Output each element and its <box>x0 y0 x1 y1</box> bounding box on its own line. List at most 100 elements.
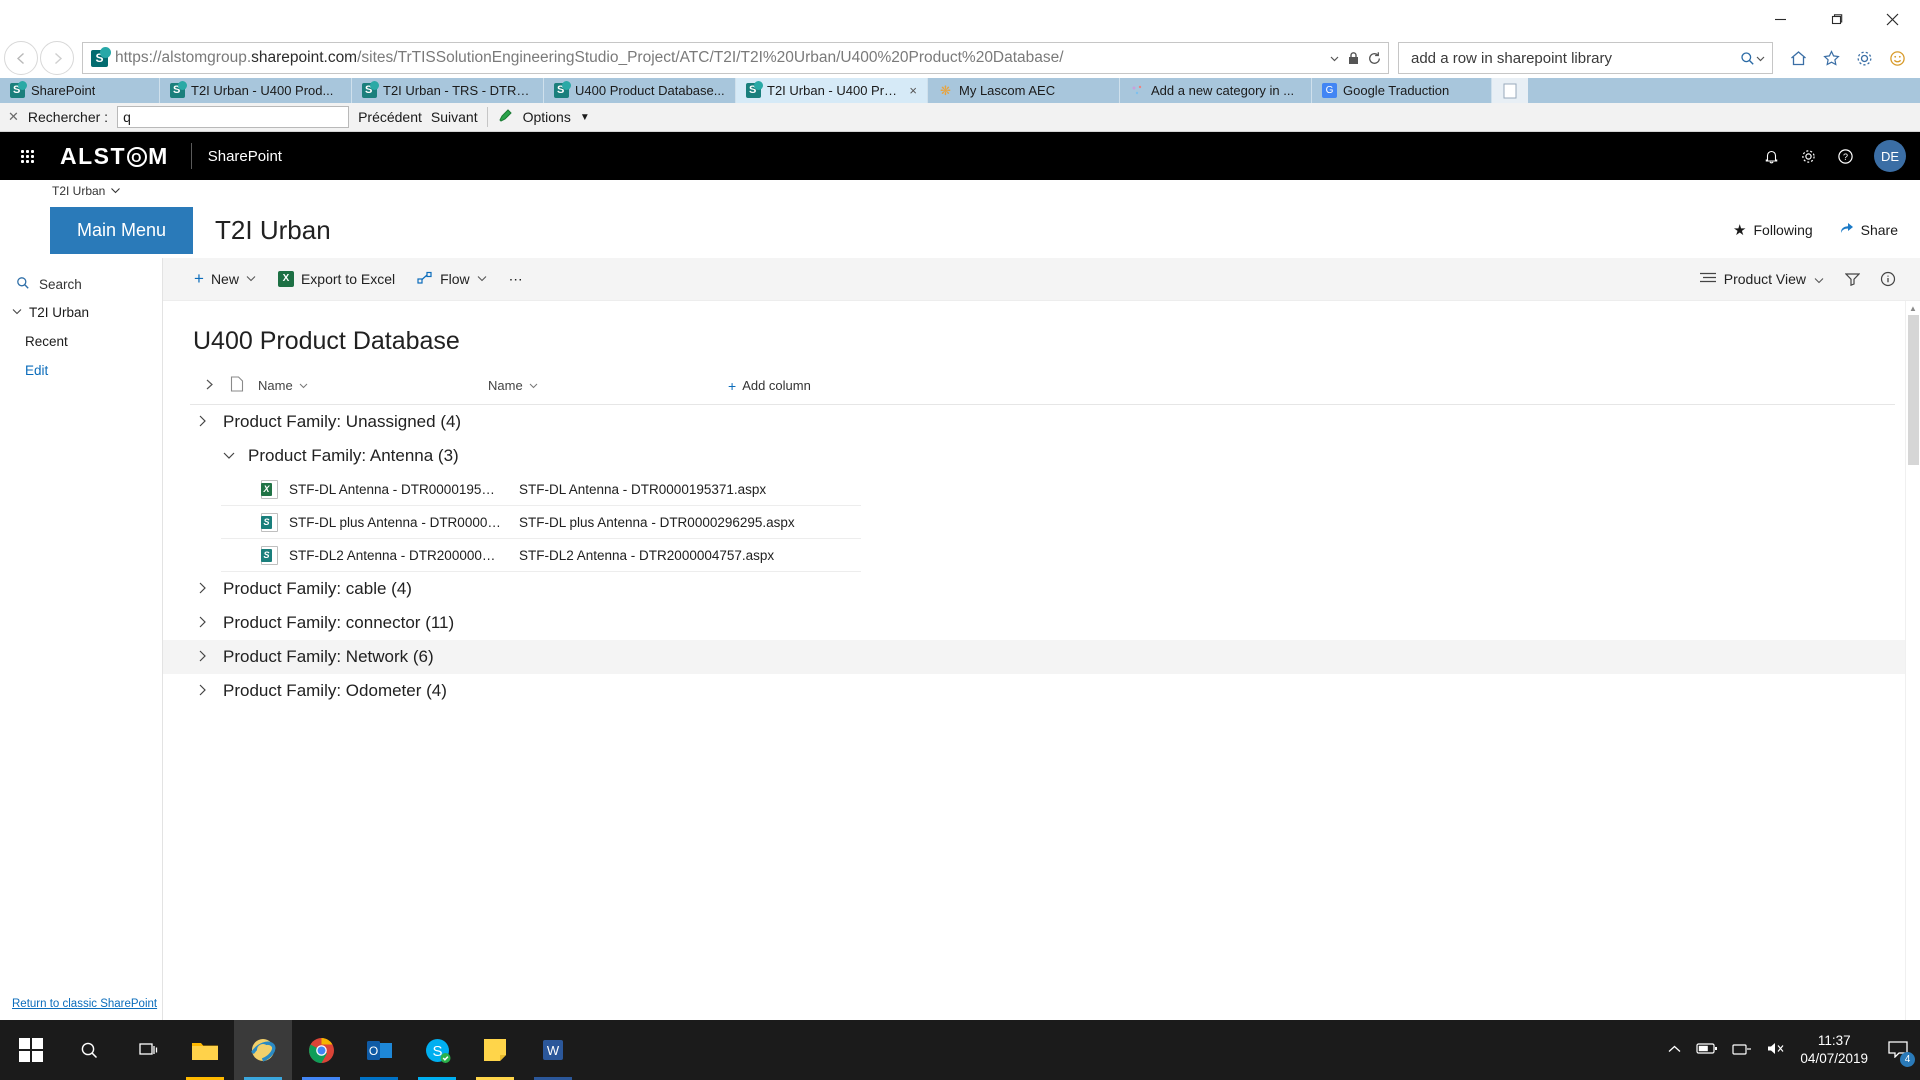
close-button[interactable] <box>1864 0 1920 38</box>
group-row[interactable]: Product Family: cable (4) <box>163 572 1920 606</box>
document-icon[interactable] <box>230 376 258 395</box>
find-previous-button[interactable]: Précédent <box>358 109 422 125</box>
column-header-name-2[interactable]: Name <box>488 378 728 393</box>
chevron-right-icon[interactable] <box>190 415 220 430</box>
flow-button[interactable]: Flow <box>406 258 498 301</box>
chevron-right-icon[interactable] <box>190 582 220 597</box>
volume-icon[interactable] <box>1766 1041 1786 1059</box>
home-icon[interactable] <box>1783 43 1813 73</box>
restore-button[interactable] <box>1808 0 1864 38</box>
help-icon[interactable]: ? <box>1837 148 1854 165</box>
browser-tab[interactable]: T2I Urban - TRS - DTR0... <box>352 78 544 103</box>
return-to-classic-sharepoint-link[interactable]: Return to classic SharePoint <box>12 998 157 1010</box>
breadcrumb-item[interactable]: T2I Urban <box>52 184 105 198</box>
new-tab-icon[interactable] <box>1492 78 1528 103</box>
favorites-star-icon[interactable] <box>1816 43 1846 73</box>
group-row[interactable]: Product Family: Odometer (4) <box>163 674 1920 708</box>
chevron-down-icon[interactable] <box>215 449 245 463</box>
sticky-notes-icon[interactable] <box>466 1020 524 1080</box>
following-button[interactable]: ★ Following <box>1733 221 1813 239</box>
sidebar-search[interactable]: Search <box>0 271 162 298</box>
minimize-button[interactable] <box>1752 0 1808 38</box>
search-icon[interactable] <box>1740 51 1755 66</box>
search-input[interactable]: add a row in sharepoint library <box>1411 50 1740 67</box>
tab-close-icon[interactable]: × <box>909 83 917 98</box>
chevron-right-icon[interactable] <box>190 684 220 699</box>
find-next-button[interactable]: Suivant <box>431 109 478 125</box>
chevron-right-icon[interactable] <box>190 650 220 665</box>
main-menu-button[interactable]: Main Menu <box>50 206 194 254</box>
more-commands-button[interactable]: ⋯ <box>498 258 534 301</box>
browser-tab[interactable]: T2I Urban - U400 Prod... <box>160 78 352 103</box>
chevron-down-icon[interactable] <box>1329 53 1340 64</box>
tab-label: T2I Urban - U400 Pro... <box>767 83 900 98</box>
highlighter-icon <box>497 108 514 126</box>
browser-tab-active[interactable]: T2I Urban - U400 Pro... × <box>736 78 928 103</box>
show-hidden-icons-icon[interactable] <box>1667 1043 1682 1058</box>
view-selector-button[interactable]: Product View <box>1690 271 1834 287</box>
vertical-scrollbar[interactable]: ▲ <box>1905 301 1920 1020</box>
table-row[interactable]: X STF-DL Antenna - DTR0000195… STF-DL An… <box>221 473 861 506</box>
column-label: Name <box>258 378 293 393</box>
browser-tab[interactable]: U400 Product Database... <box>544 78 736 103</box>
word-icon[interactable]: W <box>524 1020 582 1080</box>
settings-gear-icon[interactable] <box>1849 43 1879 73</box>
share-label: Share <box>1860 222 1898 238</box>
table-row[interactable]: S STF-DL2 Antenna - DTR200000… STF-DL2 A… <box>221 539 861 572</box>
info-icon[interactable] <box>1870 258 1906 301</box>
sidebar-item-t2i-urban[interactable]: T2I Urban <box>0 298 162 327</box>
find-input[interactable]: q <box>117 106 350 128</box>
column-header-name-1[interactable]: Name <box>258 378 488 393</box>
suite-product-name[interactable]: SharePoint <box>208 148 282 165</box>
windows-start-icon[interactable] <box>2 1020 60 1080</box>
group-row[interactable]: Product Family: Antenna (3) <box>163 439 1920 473</box>
internet-explorer-icon[interactable] <box>234 1020 292 1080</box>
gear-icon[interactable] <box>1800 148 1817 165</box>
skype-icon[interactable]: S <box>408 1020 466 1080</box>
browser-search-box[interactable]: add a row in sharepoint library <box>1398 42 1773 74</box>
find-options-button[interactable]: Options <box>523 109 571 125</box>
browser-tab[interactable]: Add a new category in ... <box>1120 78 1312 103</box>
browser-tab[interactable]: G Google Traduction <box>1312 78 1492 103</box>
bell-icon[interactable] <box>1763 148 1780 165</box>
expand-all-icon[interactable] <box>190 379 230 393</box>
group-row[interactable]: Product Family: Unassigned (4) <box>163 405 1920 439</box>
sidebar-item-recent[interactable]: Recent <box>0 327 162 356</box>
table-row[interactable]: S STF-DL plus Antenna - DTR0000… STF-DL … <box>221 506 861 539</box>
file-explorer-icon[interactable] <box>176 1020 234 1080</box>
scroll-up-icon[interactable]: ▲ <box>1906 301 1920 315</box>
smiley-feedback-icon[interactable] <box>1882 43 1912 73</box>
tab-label: SharePoint <box>31 83 96 98</box>
chevron-right-icon[interactable] <box>190 616 220 631</box>
browser-tab[interactable]: SharePoint <box>0 78 160 103</box>
task-view-icon[interactable] <box>118 1020 176 1080</box>
app-launcher-icon[interactable] <box>10 149 44 163</box>
address-bar[interactable]: S https://alstomgroup.sharepoint.com/sit… <box>82 42 1389 74</box>
scrollbar-thumb[interactable] <box>1908 315 1919 465</box>
close-icon[interactable]: ✕ <box>8 109 19 125</box>
group-row-selected[interactable]: Product Family: Network (6) <box>163 640 1920 674</box>
chevron-down-icon[interactable] <box>110 184 121 198</box>
avatar[interactable]: DE <box>1874 140 1906 172</box>
action-center-icon[interactable]: 4 <box>1888 1040 1915 1067</box>
outlook-icon[interactable]: O <box>350 1020 408 1080</box>
refresh-icon[interactable] <box>1367 51 1382 66</box>
excel-file-icon: X <box>261 479 289 499</box>
browser-tab[interactable]: ❋ My Lascom AEC <box>928 78 1120 103</box>
clock[interactable]: 11:37 04/07/2019 <box>1800 1032 1874 1068</box>
google-chrome-icon[interactable] <box>292 1020 350 1080</box>
sidebar-item-edit[interactable]: Edit <box>0 356 162 385</box>
new-button[interactable]: + New <box>183 258 267 301</box>
group-row[interactable]: Product Family: connector (11) <box>163 606 1920 640</box>
chevron-down-icon[interactable] <box>1755 53 1766 64</box>
chevron-down-icon[interactable]: ▼ <box>580 112 590 123</box>
network-icon[interactable] <box>1732 1042 1752 1059</box>
add-column-button[interactable]: + Add column <box>728 378 811 394</box>
battery-icon[interactable] <box>1696 1042 1718 1058</box>
back-arrow-icon[interactable] <box>4 41 38 75</box>
filter-icon[interactable] <box>1834 258 1870 301</box>
export-to-excel-button[interactable]: X Export to Excel <box>267 258 406 301</box>
forward-arrow-icon[interactable] <box>40 41 74 75</box>
taskbar-search-icon[interactable] <box>60 1020 118 1080</box>
share-button[interactable]: Share <box>1839 222 1898 239</box>
